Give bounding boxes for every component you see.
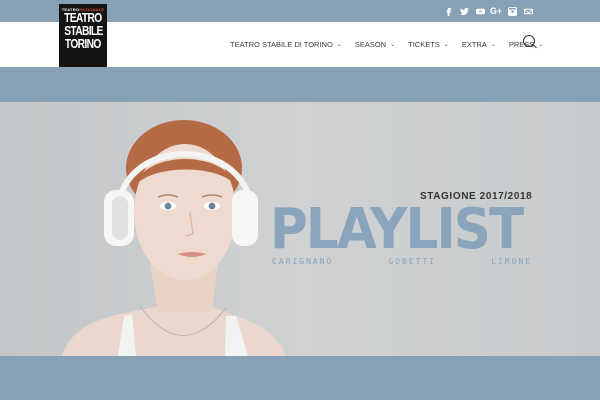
instagram-icon[interactable] (504, 3, 520, 19)
chevron-down-icon: ⌄ (443, 42, 449, 48)
chevron-down-icon: ⌄ (336, 42, 342, 48)
chevron-down-icon: ⌄ (390, 42, 396, 48)
google-plus-icon[interactable]: G+ (488, 3, 504, 19)
search-icon[interactable] (523, 35, 535, 47)
hero-title: PLAYLIST (270, 197, 524, 262)
main-nav: TEATRO STABILE DI TORINO ⌄ SEASON ⌄ TICK… (230, 22, 556, 67)
nav-label: SEASON (354, 40, 387, 49)
social-links: G+ (440, 3, 536, 19)
chevron-down-icon: ⌄ (538, 42, 544, 48)
nav-label: EXTRA (461, 40, 487, 49)
mail-icon[interactable] (520, 3, 536, 19)
nav-item-extra[interactable]: EXTRA ⌄ (462, 40, 496, 49)
twitter-icon[interactable] (456, 3, 472, 19)
venue-list: CARIGNANO GOBETTI LIMONE (272, 257, 532, 266)
nav-item-teatro-stabile[interactable]: TEATRO STABILE DI TORINO ⌄ (230, 40, 342, 49)
nav-item-tickets[interactable]: TICKETS ⌄ (408, 40, 449, 49)
nav-item-season[interactable]: SEASON ⌄ (355, 40, 395, 49)
header-band (0, 67, 600, 102)
nav-label: TEATRO STABILE DI TORINO (230, 40, 333, 49)
facebook-icon[interactable] (440, 3, 456, 19)
teatro-stabile-logo[interactable]: TEATRONAZIONALE TEATRO STABILE TORINO (59, 4, 107, 70)
venue-carignano: CARIGNANO (272, 257, 334, 266)
logo-line-3: TORINO (65, 37, 101, 51)
nav-label: TICKETS (408, 40, 440, 49)
venue-gobetti: GOBETTI (388, 257, 437, 266)
chevron-down-icon: ⌄ (490, 42, 496, 48)
venue-limone: LIMONE (491, 257, 532, 266)
youtube-icon[interactable] (472, 3, 488, 19)
site-header: TEATRONAZIONALE TEATRO STABILE TORINO TE… (0, 4, 600, 70)
footer-band (0, 356, 600, 400)
hero-banner[interactable]: STAGIONE 2017/2018 PLAYLIST CARIGNANO GO… (0, 102, 600, 356)
